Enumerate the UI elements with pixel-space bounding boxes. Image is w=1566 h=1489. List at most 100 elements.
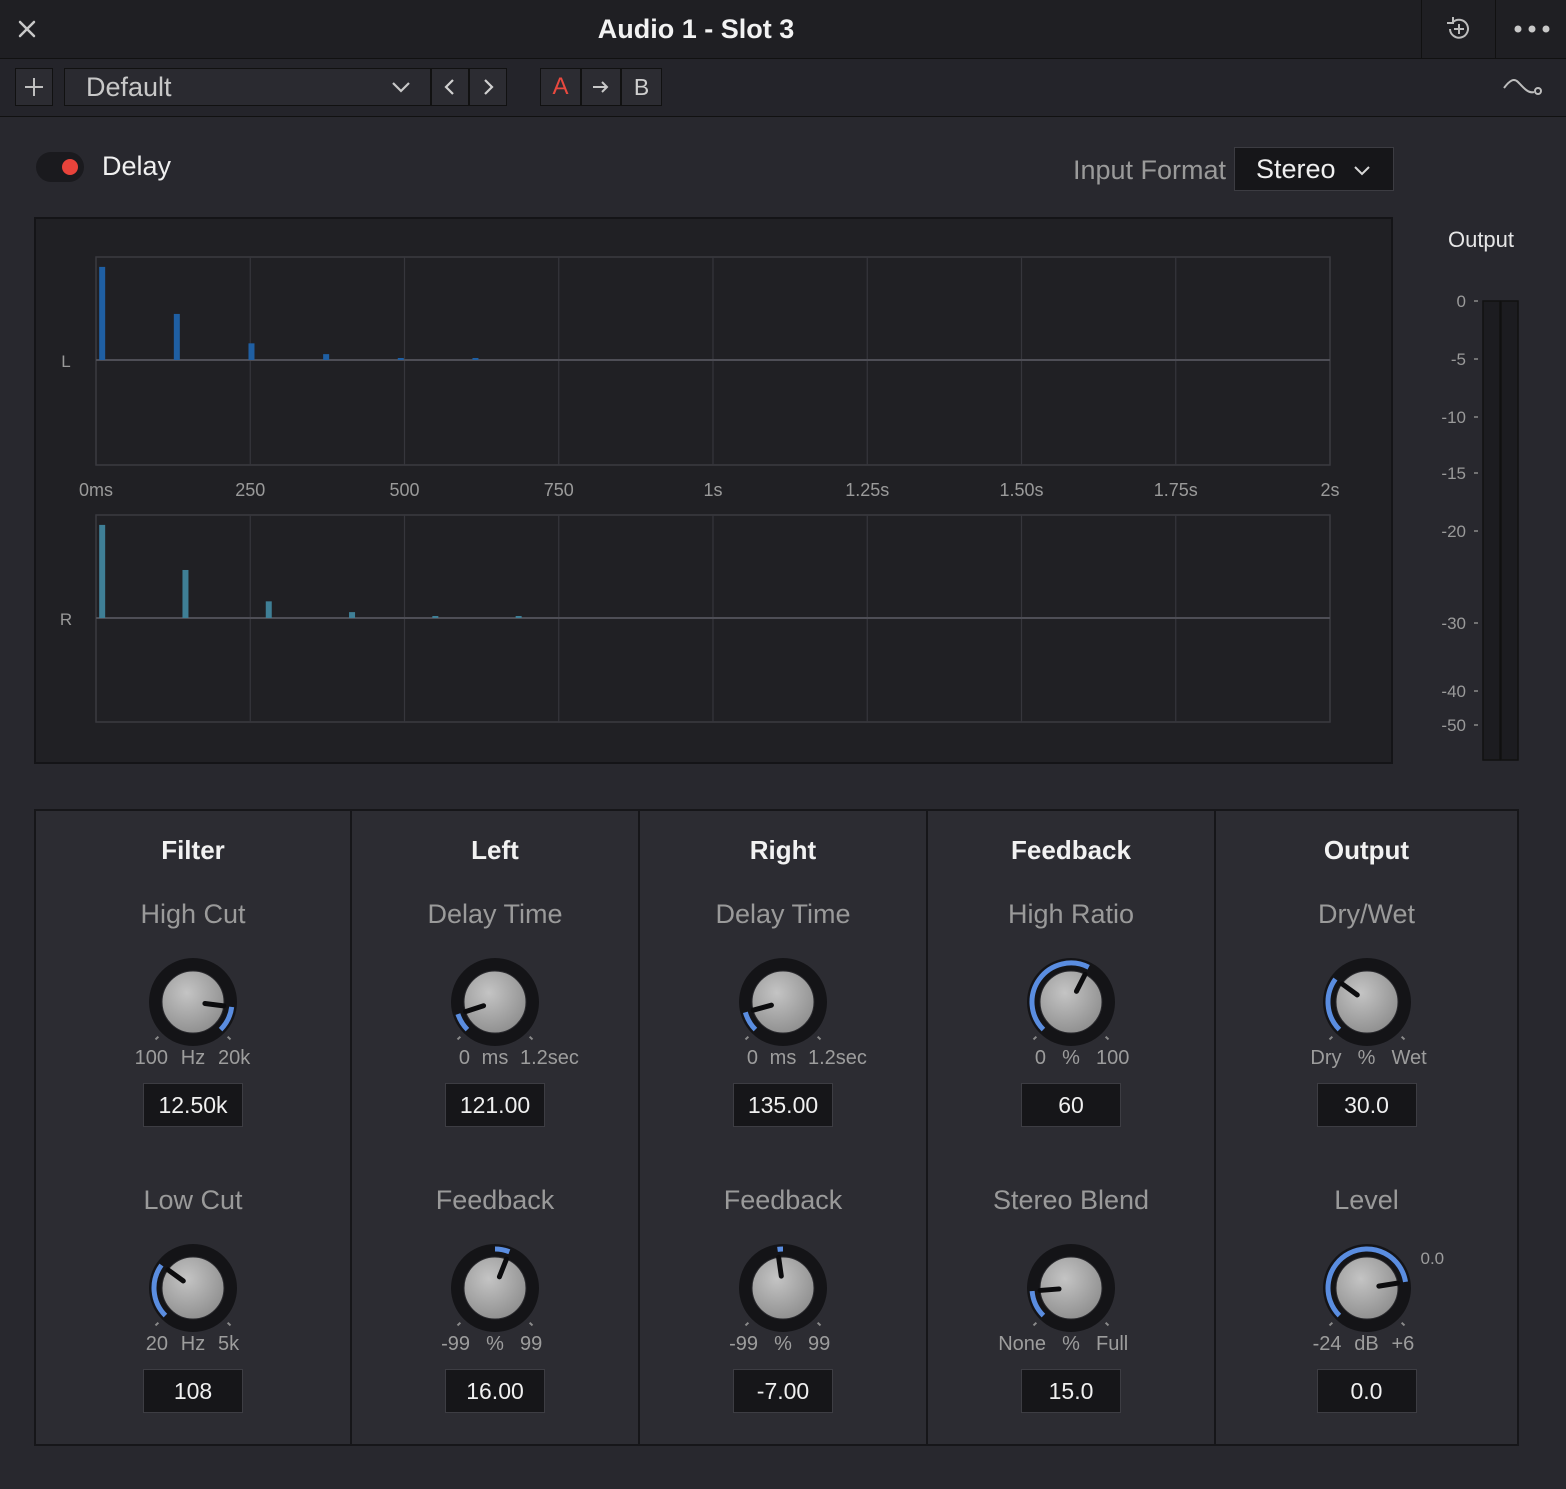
value-field[interactable]: 121.00	[445, 1083, 545, 1127]
section-filter: Filter High Cut 100 Hz 20k 12.50k Low Cut 20 Hz 5…	[36, 811, 350, 1444]
range-unit-label: Hz	[180, 1047, 206, 1069]
curve-view-button[interactable]	[1497, 68, 1547, 106]
value-field[interactable]: 15.0	[1021, 1369, 1121, 1413]
delay-tap-bar	[349, 612, 356, 618]
time-tick-label: 0ms	[79, 480, 113, 500]
knob-control-high-ratio: High Ratio 0% 100 60	[928, 899, 1214, 1144]
knob-indicator	[202, 1001, 227, 1009]
chevron-right-icon	[484, 79, 494, 95]
previous-preset-button[interactable]	[431, 68, 469, 106]
copy-a-to-b-button[interactable]	[581, 68, 621, 106]
control-label: Level	[1334, 1185, 1399, 1215]
rotary-knob[interactable]	[728, 1233, 838, 1343]
rotary-knob[interactable]	[1312, 1233, 1422, 1343]
delay-tap-bar	[432, 616, 439, 618]
chevron-left-icon	[444, 79, 454, 95]
knob-range-tick	[744, 1035, 750, 1041]
value-field[interactable]: 30.0	[1316, 1083, 1417, 1127]
knob-indicator	[1375, 1280, 1400, 1289]
knob-indicator	[1037, 1286, 1062, 1293]
knob-range-tick	[456, 1035, 462, 1041]
control-label: Stereo Blend	[992, 1185, 1150, 1215]
knob-range-tick	[154, 1321, 160, 1327]
rotary-knob[interactable]	[440, 947, 550, 1057]
value-field[interactable]: -7.00	[733, 1369, 833, 1413]
rotary-knob[interactable]	[138, 1233, 248, 1343]
knob-control-level: Level -24 dB +6 0.0 0.0	[1216, 1185, 1517, 1430]
compare-b-button[interactable]: B	[621, 68, 662, 106]
knob-control-feedback: Feedback -99% 99 -7.00	[640, 1185, 926, 1430]
value-field[interactable]: 60	[1021, 1083, 1121, 1127]
range-min-label: -24	[1312, 1333, 1342, 1355]
rotary-knob[interactable]	[728, 947, 838, 1057]
knob-range-tick	[1032, 1321, 1038, 1327]
range-max-label: 1.2sec	[520, 1047, 579, 1069]
arrow-right-icon	[593, 81, 609, 93]
knob-range-tick	[226, 1321, 232, 1327]
section-output: Output Dry/Wet Dry% Wet 30.0 Level -24 dB +6 0.0 0…	[1216, 811, 1517, 1444]
delay-tap-graph: L R 0ms 250 500 750 1s 1.25s 1.50s 1.75s 2s	[60, 256, 1340, 723]
knob-cap	[1335, 1256, 1398, 1320]
delay-tap-bar	[397, 358, 404, 360]
range-unit-label: %	[1062, 1047, 1080, 1069]
control-label: High Cut	[140, 899, 246, 929]
range-min-label: 0	[1034, 1047, 1046, 1069]
meter-scale-label: -40	[1441, 682, 1466, 701]
input-format-label: Input Format	[1072, 155, 1226, 185]
enabled-indicator-dot	[62, 159, 78, 175]
range-min-label: 20	[145, 1333, 168, 1355]
value-field[interactable]: 0.0	[1316, 1369, 1417, 1413]
meter-scale-label: -30	[1441, 614, 1466, 633]
value-field[interactable]: 108	[143, 1369, 243, 1413]
knob-cap	[751, 1256, 815, 1320]
range-max-label: 20k	[218, 1047, 251, 1069]
knob-range-tick	[744, 1321, 750, 1327]
more-options-button[interactable]	[1495, 0, 1566, 58]
curve-icon	[1503, 79, 1542, 95]
rotary-knob[interactable]	[138, 947, 248, 1057]
range-max-label: 1.2sec	[808, 1047, 867, 1069]
range-min-label: -99	[441, 1333, 470, 1355]
knob-range-tick	[456, 1321, 462, 1327]
knob-control-high-cut: High Cut 100 Hz 20k 12.50k	[36, 899, 350, 1144]
range-max-label: 99	[520, 1333, 543, 1355]
next-preset-button[interactable]	[469, 68, 507, 106]
preset-name: Default	[86, 72, 172, 102]
knob-indicator	[776, 1254, 784, 1279]
range-unit-label: %	[774, 1333, 792, 1355]
meter-scale-label: -15	[1441, 464, 1466, 483]
reset-history-button[interactable]	[1421, 0, 1496, 58]
range-max-label: Wet	[1391, 1047, 1427, 1069]
time-tick-label: 1.25s	[845, 480, 889, 500]
knob-range-tick	[1104, 1035, 1110, 1041]
knob-range-tick	[1032, 1035, 1038, 1041]
plugin-name: Delay	[102, 151, 172, 181]
meter-scale-label: -5	[1451, 350, 1466, 369]
compare-a-button[interactable]: A	[540, 68, 581, 106]
knob-cap	[161, 1256, 225, 1320]
rotary-knob[interactable]	[440, 1233, 550, 1343]
range-unit-label: %	[486, 1333, 504, 1355]
rotary-knob[interactable]	[1016, 1233, 1126, 1343]
knob-cap	[161, 970, 225, 1034]
knob-range-tick	[1104, 1321, 1110, 1327]
window-title: Audio 1 - Slot 3	[597, 14, 795, 44]
delay-tap-bar	[248, 343, 255, 360]
range-min-label: 100	[134, 1047, 168, 1069]
value-field[interactable]: 135.00	[733, 1083, 833, 1127]
range-unit-label: %	[1062, 1333, 1080, 1355]
rotary-knob[interactable]	[1312, 947, 1422, 1057]
knob-value-readout: 0.0	[1420, 1249, 1445, 1268]
knob-range-tick	[816, 1321, 822, 1327]
value-field[interactable]: 12.50k	[143, 1083, 243, 1127]
section-left: Left Delay Time 0 ms 1.2sec 121.00 Feedback -99…	[352, 811, 638, 1444]
plus-icon	[25, 78, 43, 96]
chevron-down-icon	[392, 82, 410, 93]
range-unit-label: ms	[481, 1047, 509, 1069]
meter-scale-label: -10	[1441, 408, 1466, 427]
range-min-label: None	[998, 1333, 1046, 1355]
rotary-knob[interactable]	[1016, 947, 1126, 1057]
control-label: Feedback	[435, 1185, 555, 1215]
add-preset-button[interactable]	[15, 68, 53, 106]
value-field[interactable]: 16.00	[445, 1369, 545, 1413]
